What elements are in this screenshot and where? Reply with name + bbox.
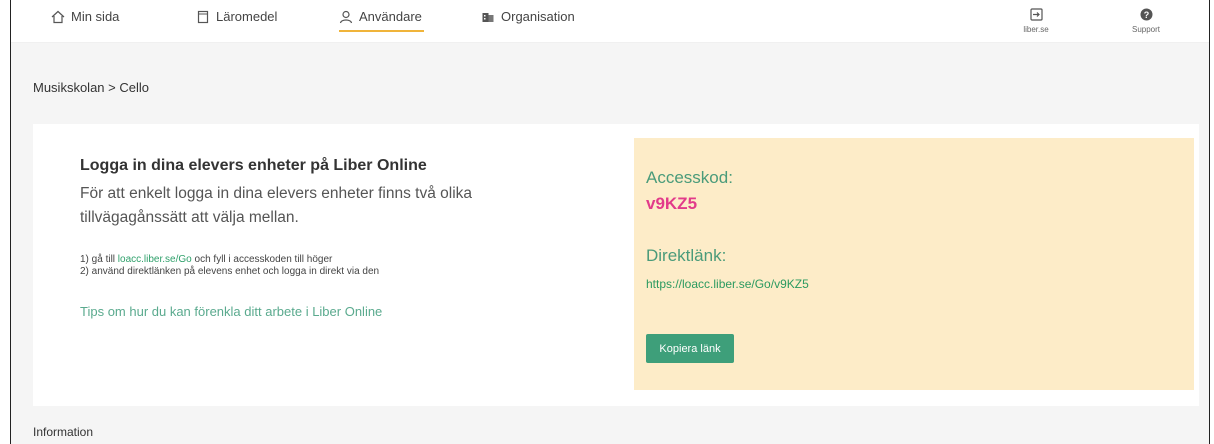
access-code-label: Accesskod: [646, 168, 733, 187]
nav-item-label: Användare [359, 9, 422, 24]
access-code-value: v9KZ5 [646, 194, 698, 213]
tips-link[interactable]: Tips om hur du kan förenkla ditt arbete … [80, 304, 382, 319]
nav-item-min-sida[interactable]: Min sida [51, 9, 119, 33]
home-icon [51, 10, 65, 24]
access-panel: Accesskod: v9KZ5 Direktlänk: https://loa… [634, 138, 1194, 390]
nav-liber-se-label: liber.se [1023, 25, 1049, 34]
book-icon [197, 10, 209, 24]
page-frame: Min sida Läromedel Användare Organisatio… [10, 0, 1210, 444]
user-icon [339, 10, 353, 24]
help-icon: ? [1140, 8, 1152, 21]
copy-link-button[interactable]: Kopiera länk [646, 334, 734, 363]
direct-link[interactable]: https://loacc.liber.se/Go/v9KZ5 [646, 277, 809, 291]
nav-item-label: Organisation [501, 9, 575, 24]
nav-item-laromedel[interactable]: Läromedel [196, 9, 277, 33]
nav-support-label: Support [1131, 25, 1161, 34]
nav-item-label: Läromedel [216, 9, 278, 24]
svg-text:?: ? [1143, 10, 1149, 20]
login-description: För att enkelt logga in dina elevers enh… [80, 185, 473, 226]
nav-item-label: Min sida [71, 9, 120, 24]
exit-icon [1029, 8, 1043, 21]
nav-support[interactable]: ? Support [1121, 8, 1171, 34]
login-card: Logga in dina elevers enheter på Liber O… [33, 124, 1199, 406]
login-title: Logga in dina elevers enheter på Liber O… [80, 157, 427, 174]
step-1: 1) gå till loacc.liber.se/Go och fyll i … [80, 254, 333, 265]
breadcrumb[interactable]: Musikskolan > Cello [33, 80, 149, 95]
nav-item-anvandare[interactable]: Användare [339, 9, 424, 33]
nav-liber-se[interactable]: liber.se [1011, 8, 1061, 34]
step-2: 2) använd direktlänken på elevens enhet … [80, 266, 380, 277]
nav-item-organisation[interactable]: Organisation [481, 9, 575, 33]
top-navigation: Min sida Läromedel Användare Organisatio… [11, 0, 1209, 43]
information-heading: Information [33, 425, 94, 439]
go-link[interactable]: loacc.liber.se/Go [118, 254, 192, 265]
direct-link-label: Direktlänk: [646, 246, 727, 265]
building-icon [482, 13, 494, 22]
login-steps: 1) gå till loacc.liber.se/Go och fyll i … [80, 254, 379, 278]
